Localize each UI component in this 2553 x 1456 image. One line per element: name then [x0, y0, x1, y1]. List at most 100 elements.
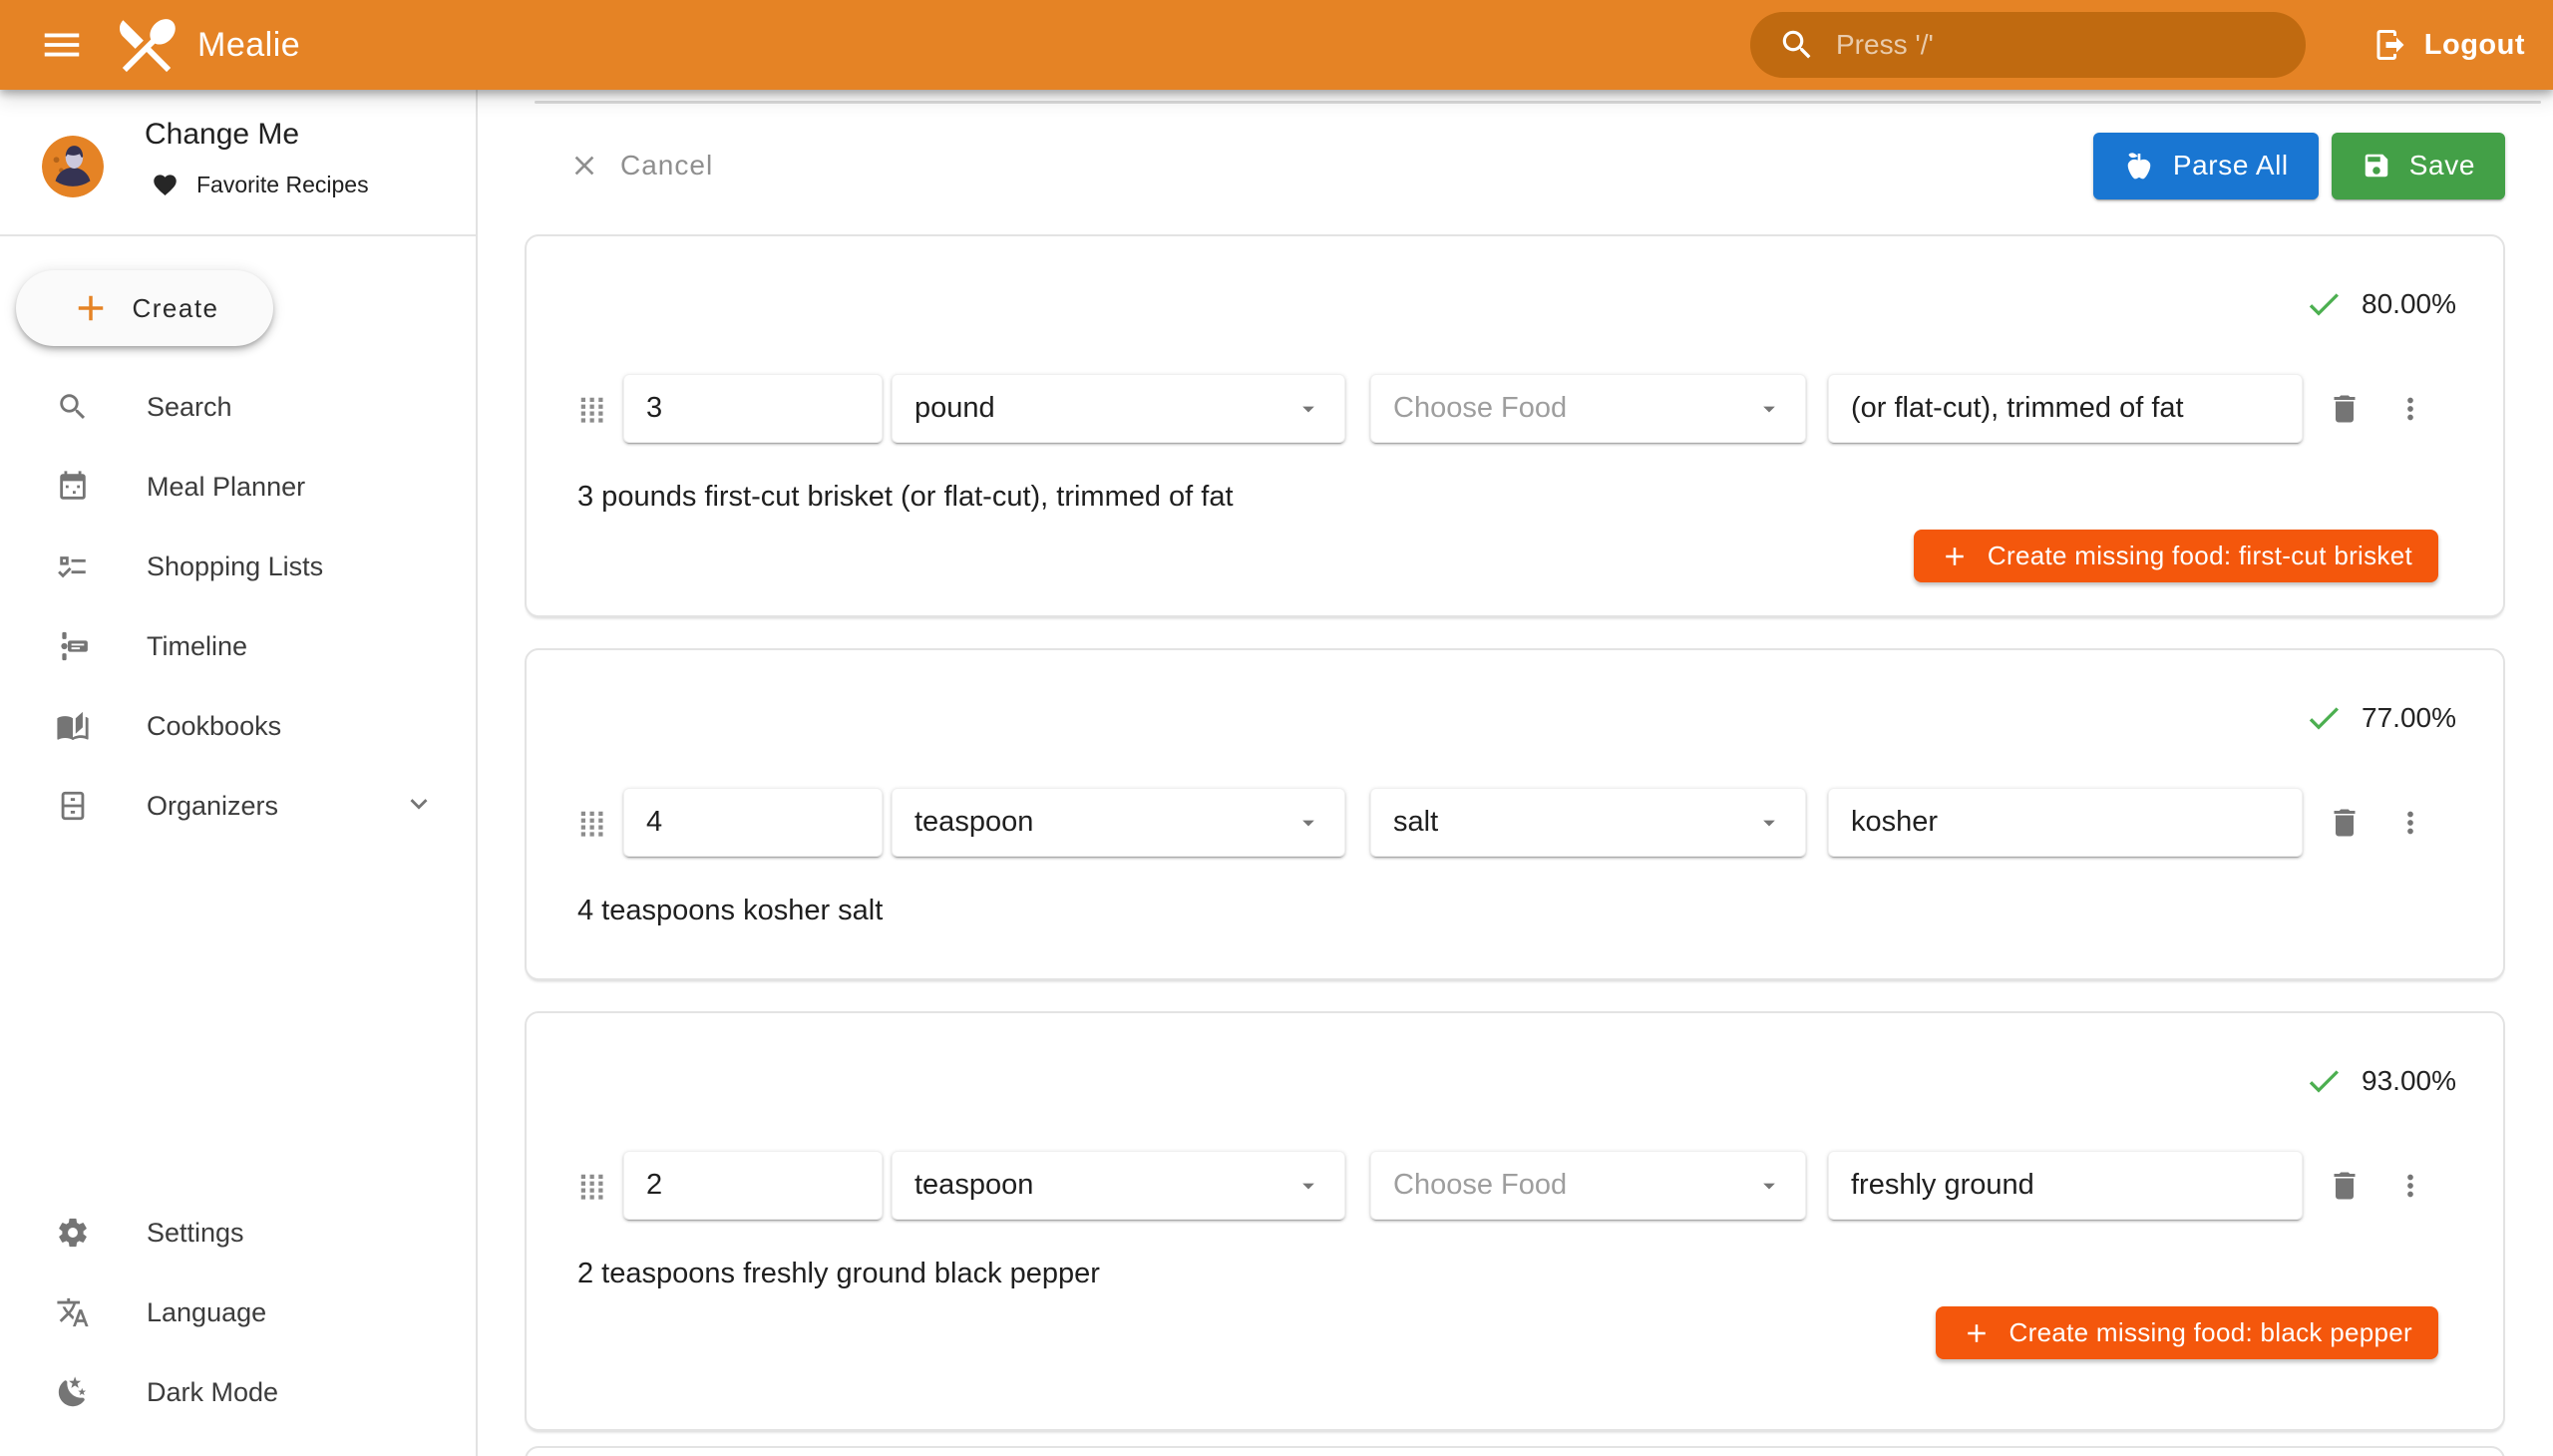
missing-food-row: Create missing food: first-cut brisket	[527, 530, 2503, 582]
sidebar-item-label: Cookbooks	[147, 711, 281, 742]
sidebar-item-language[interactable]: Language	[0, 1273, 476, 1352]
user-avatar[interactable]	[42, 136, 104, 197]
ingredient-menu-button[interactable]	[2386, 385, 2434, 433]
unit-value: pound	[914, 392, 995, 425]
sidebar-item-label: Organizers	[147, 791, 278, 822]
note-field	[1828, 374, 2303, 443]
sidebar-item-shopping-lists[interactable]: Shopping Lists	[0, 527, 476, 606]
moon-stars-icon	[55, 1375, 91, 1409]
save-button[interactable]: Save	[2332, 133, 2505, 199]
quantity-field	[623, 788, 883, 857]
create-button[interactable]: Create	[16, 270, 273, 346]
unit-select[interactable]: pound	[892, 374, 1345, 443]
original-ingredient-text: 2 teaspoons freshly ground black pepper	[577, 1258, 2503, 1290]
ingredient-card-3: 93.00% teaspoon Choose Food 2 teaspoons …	[525, 1011, 2505, 1431]
missing-food-row: Create missing food: black pepper	[527, 1306, 2503, 1359]
file-cabinet-icon	[55, 789, 91, 823]
food-select[interactable]: salt	[1370, 788, 1806, 857]
drag-handle-icon[interactable]	[577, 1169, 609, 1203]
mealie-logo-icon	[112, 10, 182, 80]
logout-icon	[2372, 27, 2408, 63]
parser-toolbar: Cancel Parse All Save	[568, 132, 2505, 199]
note-field	[1828, 788, 2303, 857]
ingredient-card-1: 80.00% pound Choose Food 3 pounds first-…	[525, 234, 2505, 617]
trash-icon	[2327, 1168, 2363, 1204]
unit-select[interactable]: teaspoon	[892, 1151, 1345, 1220]
menu-down-icon	[1294, 1172, 1322, 1200]
check-icon	[2304, 698, 2344, 738]
save-icon	[2362, 151, 2391, 181]
sidebar-item-label: Meal Planner	[147, 472, 305, 503]
note-input[interactable]	[1851, 392, 2280, 425]
sidebar-nav: Search Meal Planner Shopping Lists Timel…	[0, 367, 476, 846]
sidebar-item-dark-mode[interactable]: Dark Mode	[0, 1352, 476, 1432]
sidebar-item-meal-planner[interactable]: Meal Planner	[0, 447, 476, 527]
hamburger-menu-icon[interactable]	[30, 13, 94, 77]
confidence-value: 77.00%	[2362, 702, 2456, 734]
quantity-input[interactable]	[646, 392, 860, 425]
mealie-app: Mealie Logout Change Me Favorite Recipes	[0, 0, 2553, 1456]
sidebar-item-organizers[interactable]: Organizers	[0, 766, 476, 846]
check-icon	[2304, 284, 2344, 324]
delete-ingredient-button[interactable]	[2321, 385, 2369, 433]
create-missing-food-button[interactable]: Create missing food: first-cut brisket	[1914, 530, 2438, 582]
sidebar: Change Me Favorite Recipes Create Search…	[0, 90, 478, 1456]
trash-icon	[2327, 391, 2363, 427]
search-input[interactable]	[1836, 29, 2296, 61]
favorite-recipes-label: Favorite Recipes	[196, 172, 369, 198]
ingredient-row: pound Choose Food	[527, 374, 2503, 443]
plus-icon	[70, 287, 112, 329]
kebab-menu-icon	[2393, 392, 2427, 426]
user-name: Change Me	[145, 118, 299, 152]
chevron-down-icon	[402, 787, 436, 826]
unit-value: teaspoon	[914, 1169, 1033, 1202]
ingredient-row: teaspoon Choose Food	[527, 1151, 2503, 1220]
confidence-value: 93.00%	[2362, 1065, 2456, 1097]
parse-all-button[interactable]: Parse All	[2093, 133, 2319, 199]
kebab-menu-icon	[2393, 1169, 2427, 1203]
original-ingredient-text: 4 teaspoons kosher salt	[577, 895, 2503, 927]
plus-icon	[1940, 542, 1970, 571]
sidebar-item-settings[interactable]: Settings	[0, 1193, 476, 1273]
unit-value: teaspoon	[914, 806, 1033, 839]
delete-ingredient-button[interactable]	[2321, 1162, 2369, 1210]
confidence-value: 80.00%	[2362, 288, 2456, 320]
logout-button[interactable]: Logout	[2372, 0, 2525, 90]
food-select[interactable]: Choose Food	[1370, 374, 1806, 443]
global-search[interactable]	[1750, 12, 2306, 78]
gear-icon	[55, 1216, 91, 1250]
drag-handle-icon[interactable]	[577, 806, 609, 840]
menu-down-icon	[1294, 809, 1322, 837]
book-open-icon	[55, 709, 91, 743]
food-select[interactable]: Choose Food	[1370, 1151, 1806, 1220]
sidebar-item-label: Search	[147, 392, 232, 423]
food-value: salt	[1393, 806, 1438, 839]
unit-select[interactable]: teaspoon	[892, 788, 1345, 857]
sidebar-bottom-nav: Settings Language Dark Mode	[0, 1193, 476, 1432]
ingredient-menu-button[interactable]	[2386, 1162, 2434, 1210]
sidebar-item-cookbooks[interactable]: Cookbooks	[0, 686, 476, 766]
cancel-button[interactable]: Cancel	[568, 150, 713, 182]
original-ingredient-text: 3 pounds first-cut brisket (or flat-cut)…	[577, 481, 2503, 514]
cancel-label: Cancel	[620, 150, 713, 182]
ingredient-menu-button[interactable]	[2386, 799, 2434, 847]
trash-icon	[2327, 805, 2363, 841]
drag-handle-icon[interactable]	[577, 392, 609, 426]
confidence-row: 93.00%	[527, 1061, 2456, 1101]
create-missing-food-button[interactable]: Create missing food: black pepper	[1936, 1306, 2438, 1359]
menu-down-icon	[1755, 809, 1783, 837]
heart-icon	[152, 172, 179, 198]
translate-icon	[55, 1295, 91, 1329]
quantity-field	[623, 1151, 883, 1220]
create-button-label: Create	[132, 293, 218, 324]
sidebar-item-search[interactable]: Search	[0, 367, 476, 447]
favorite-recipes-link[interactable]: Favorite Recipes	[152, 172, 369, 198]
note-input[interactable]	[1851, 806, 2280, 839]
quantity-input[interactable]	[646, 1169, 860, 1202]
quantity-input[interactable]	[646, 806, 860, 839]
delete-ingredient-button[interactable]	[2321, 799, 2369, 847]
create-missing-food-label: Create missing food: black pepper	[2009, 1317, 2412, 1348]
note-input[interactable]	[1851, 1169, 2280, 1202]
sidebar-item-timeline[interactable]: Timeline	[0, 606, 476, 686]
food-placeholder: Choose Food	[1393, 1169, 1567, 1202]
